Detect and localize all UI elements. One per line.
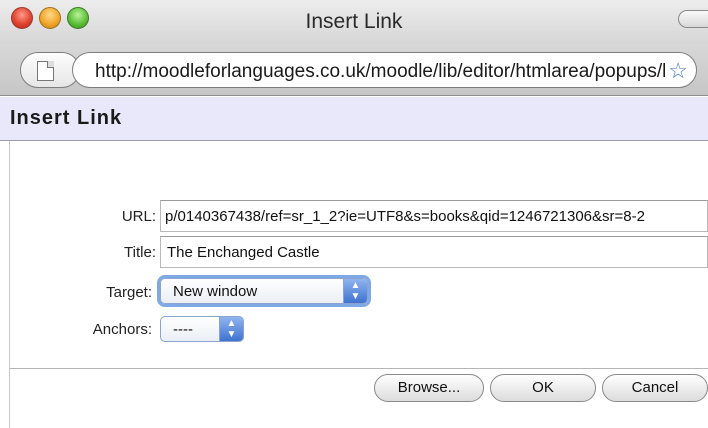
anchors-select[interactable]: ---- ▲ ▼	[160, 316, 244, 342]
title-input[interactable]: The Enchanged Castle	[160, 236, 708, 268]
updown-arrows-icon: ▲ ▼	[219, 317, 243, 341]
ok-button[interactable]: OK	[490, 374, 596, 402]
button-divider	[10, 368, 708, 369]
page-icon	[37, 61, 54, 81]
cancel-button[interactable]: Cancel	[602, 374, 708, 402]
target-label: Target:	[106, 284, 152, 301]
browse-button[interactable]: Browse...	[374, 374, 484, 402]
page-button[interactable]	[20, 52, 80, 88]
anchors-label: Anchors:	[92, 321, 152, 338]
dialog-title: Insert Link	[10, 107, 123, 129]
updown-arrows-icon: ▲ ▼	[343, 279, 367, 303]
window-titlebar: Insert Link	[0, 0, 708, 44]
address-field[interactable]: http://moodleforlanguages.co.uk/moodle/l…	[72, 52, 697, 88]
target-select[interactable]: New window ▲ ▼	[160, 278, 368, 304]
window-title: Insert Link	[305, 10, 403, 33]
address-text: http://moodleforlanguages.co.uk/moodle/l…	[95, 61, 665, 82]
title-label: Title:	[124, 244, 156, 261]
toolbar-toggle-button[interactable]	[678, 10, 708, 28]
address-bar-row: http://moodleforlanguages.co.uk/moodle/l…	[0, 44, 708, 96]
dialog-left-edge	[0, 97, 10, 428]
url-input[interactable]: p/0140367438/ref=sr_1_2?ie=UTF8&s=books&…	[160, 200, 708, 232]
url-label: URL:	[121, 208, 156, 225]
anchors-select-value: ----	[173, 321, 193, 338]
dialog-header: Insert Link	[0, 97, 708, 141]
star-icon[interactable]: ☆	[668, 58, 688, 84]
target-select-value: New window	[173, 283, 258, 300]
